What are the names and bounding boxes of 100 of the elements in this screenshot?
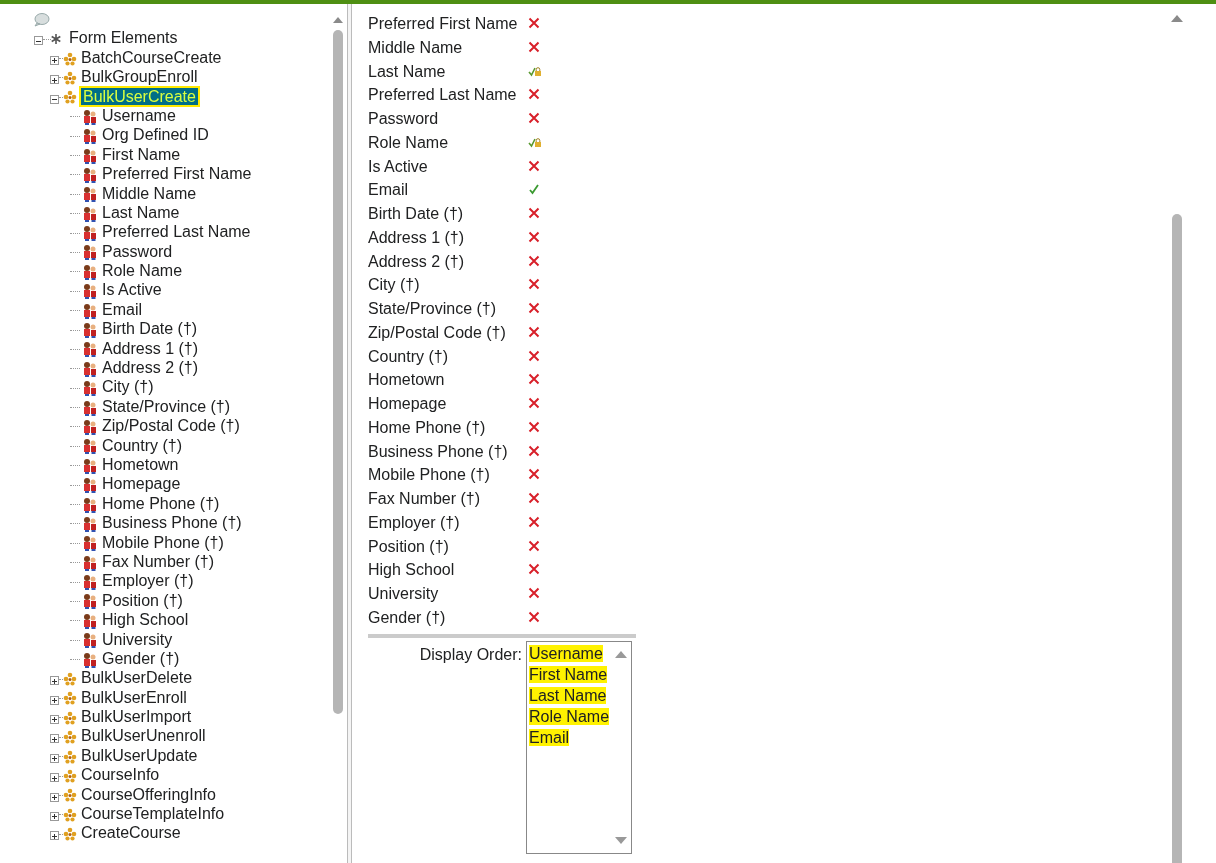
cross-icon: [528, 159, 540, 172]
cross-icon: [528, 397, 540, 409]
field-label: University: [368, 584, 440, 604]
tree-item[interactable]: Business Phone (†): [102, 514, 242, 532]
people-icon: [82, 147, 98, 164]
plus-icon[interactable]: [51, 755, 58, 763]
tree-item[interactable]: Org Defined ID: [102, 126, 209, 144]
tree-item[interactable]: Zip/Postal Code (†): [102, 417, 240, 435]
tree-item[interactable]: BulkUserUnenroll: [81, 727, 206, 745]
tree-item[interactable]: Preferred Last Name: [102, 223, 251, 241]
tree-item[interactable]: Address 1 (†): [102, 339, 199, 357]
tree-item[interactable]: Form Elements: [69, 29, 178, 47]
tree-item[interactable]: Is Active: [102, 281, 162, 299]
tree-item[interactable]: CreateCourse: [81, 824, 181, 842]
tree-item[interactable]: Password: [102, 242, 173, 260]
tree-item[interactable]: BulkGroupEnroll: [81, 68, 198, 86]
tree-item[interactable]: Middle Name: [102, 184, 197, 202]
people-icon: [82, 632, 98, 649]
tree-item[interactable]: BulkUserCreate: [81, 87, 198, 105]
people-icon: [82, 574, 98, 591]
cross-icon: [528, 563, 540, 576]
plus-icon[interactable]: [51, 813, 58, 821]
field-label: Birth Date (†): [368, 204, 465, 224]
tree-item[interactable]: Homepage: [102, 475, 181, 493]
people-icon: [82, 457, 98, 474]
plus-icon[interactable]: [51, 697, 58, 705]
field-label: Role Name: [368, 132, 450, 153]
tree-item[interactable]: Birth Date (†): [102, 320, 198, 338]
tree-item[interactable]: Employer (†): [102, 572, 194, 590]
people-icon: [82, 360, 98, 377]
plus-icon[interactable]: [51, 716, 58, 724]
plus-icon[interactable]: [51, 832, 58, 840]
tree-item[interactable]: CourseInfo: [81, 766, 160, 784]
tree-item[interactable]: Username: [102, 106, 176, 124]
tree-item[interactable]: First Name: [102, 145, 181, 163]
flower-icon: [63, 749, 77, 764]
tree-item[interactable]: Last Name: [102, 203, 180, 221]
cross-icon: [528, 492, 540, 504]
cross-icon: [528, 17, 540, 29]
tree-item[interactable]: BulkUserDelete: [81, 669, 193, 687]
tree-item[interactable]: Email: [102, 300, 142, 318]
cross-icon: [528, 254, 540, 267]
people-icon: [82, 205, 98, 222]
scroll-down-arrow[interactable]: [615, 836, 627, 845]
scroll-up-arrow[interactable]: [1170, 13, 1184, 22]
people-icon: [82, 225, 98, 242]
tree-item[interactable]: Role Name: [102, 262, 183, 280]
plus-icon[interactable]: [51, 774, 58, 782]
cross-icon: [528, 230, 540, 243]
scroll-up-arrow[interactable]: [615, 649, 627, 658]
scrollbar-thumb[interactable]: [1172, 214, 1182, 863]
people-icon: [82, 283, 98, 300]
plus-icon[interactable]: [51, 735, 58, 743]
tree-item[interactable]: Mobile Phone (†): [102, 533, 224, 551]
tree-item[interactable]: High School: [102, 611, 189, 629]
tree-item[interactable]: Home Phone (†): [102, 494, 220, 512]
plus-icon[interactable]: [51, 57, 58, 65]
people-icon: [82, 341, 98, 358]
people-icon: [82, 515, 98, 532]
list-option[interactable]: Role Name: [529, 707, 610, 725]
display-order-listbox[interactable]: Username First Name Last Name Role Name Email: [526, 640, 632, 854]
list-option[interactable]: Last Name: [529, 686, 607, 704]
cross-icon: [528, 515, 540, 528]
cross-icon: [528, 444, 540, 457]
tree-item[interactable]: City (†): [102, 378, 154, 396]
flower-icon: [63, 730, 77, 745]
cross-icon: [528, 420, 540, 433]
list-option[interactable]: Username: [529, 644, 603, 662]
tree-item[interactable]: Hometown: [102, 456, 179, 473]
people-icon: [82, 496, 98, 513]
people-icon: [82, 651, 98, 668]
tree-item[interactable]: Position (†): [102, 591, 183, 609]
tree-item[interactable]: Address 2 (†): [102, 359, 199, 377]
tree-item[interactable]: University: [102, 630, 173, 648]
tree-item[interactable]: Preferred First Name: [102, 165, 252, 183]
flower-icon: [63, 769, 77, 783]
tree-item[interactable]: BulkUserImport: [81, 708, 192, 726]
display-order-label: Display Order:: [419, 645, 522, 663]
field-label: Address 1 (†): [368, 227, 466, 248]
list-option[interactable]: Email: [529, 728, 569, 746]
plus-icon[interactable]: [51, 76, 58, 84]
scrollbar-thumb[interactable]: [333, 30, 343, 714]
people-icon: [82, 380, 98, 397]
list-option[interactable]: First Name: [529, 665, 608, 683]
tree-item[interactable]: Country (†): [102, 436, 183, 454]
tree-item[interactable]: Fax Number (†): [102, 552, 215, 570]
tree-item[interactable]: Gender (†): [102, 649, 180, 667]
tree-item[interactable]: BulkUserUpdate: [81, 746, 198, 764]
people-icon: [82, 535, 98, 552]
cross-icon: [528, 468, 540, 481]
flower-icon: [63, 51, 77, 66]
tree-item[interactable]: BatchCourseCreate: [81, 48, 222, 66]
plus-icon[interactable]: [51, 677, 58, 685]
field-label: Homepage: [368, 394, 448, 414]
plus-icon[interactable]: [51, 794, 58, 801]
field-label: Middle Name: [368, 37, 464, 58]
tree-item[interactable]: State/Province (†): [102, 397, 231, 415]
tree-item[interactable]: CourseTemplateInfo: [81, 805, 225, 822]
tree-item[interactable]: CourseOfferingInfo: [81, 785, 216, 803]
tree-item[interactable]: BulkUserEnroll: [81, 688, 187, 706]
